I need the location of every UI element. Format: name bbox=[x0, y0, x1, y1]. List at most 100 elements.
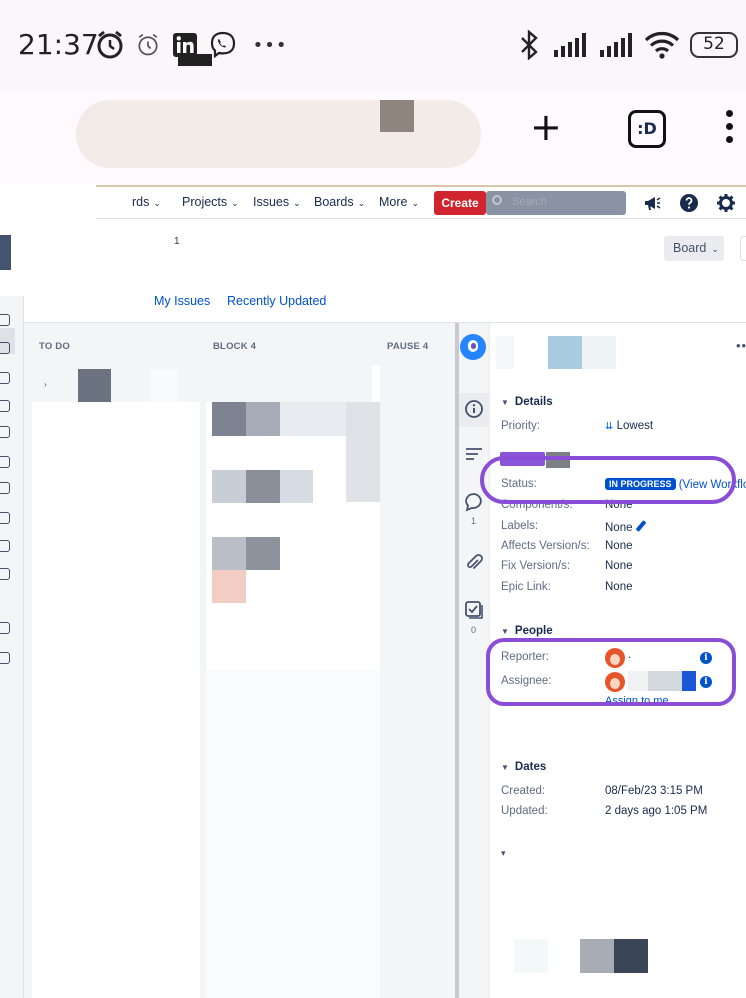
updated-value: 2 days ago 1:05 PM bbox=[605, 805, 708, 817]
viber-icon bbox=[208, 30, 238, 60]
alarm-outline-icon bbox=[134, 30, 162, 60]
chevron-down-icon: ⌄ bbox=[711, 244, 719, 254]
megaphone-icon[interactable] bbox=[642, 193, 662, 213]
shortcut-icon[interactable] bbox=[0, 540, 10, 552]
redaction-block bbox=[212, 402, 246, 436]
more-actions-icon[interactable]: ••• bbox=[736, 338, 746, 353]
fix-version-label: Fix Version/s: bbox=[501, 560, 571, 572]
chevron-down-icon: ⌄ bbox=[153, 198, 161, 208]
chevron-down-icon: ▼ bbox=[501, 763, 509, 772]
column-header-pause: PAUSE 4 bbox=[387, 341, 429, 352]
quick-filter-my-issues[interactable]: My Issues bbox=[154, 294, 210, 308]
epic-link-value[interactable]: None bbox=[605, 581, 633, 593]
info-icon[interactable] bbox=[464, 399, 484, 419]
board-overflow-button[interactable] bbox=[740, 236, 746, 261]
tab-switcher-button[interactable]: :D bbox=[628, 110, 666, 148]
releases-icon[interactable] bbox=[0, 372, 10, 384]
people-highlight-annotation bbox=[486, 638, 736, 706]
checklist-count: 0 bbox=[471, 625, 477, 635]
comment-count: 1 bbox=[471, 516, 477, 526]
signal-icon bbox=[598, 30, 636, 60]
redaction-block bbox=[580, 939, 614, 973]
affects-version-label: Affects Version/s: bbox=[501, 540, 590, 552]
labels-label: Labels: bbox=[501, 520, 539, 532]
nav-projects[interactable]: Projects ⌄ bbox=[182, 195, 239, 209]
board-menu-button[interactable]: Board ⌄ bbox=[664, 236, 724, 261]
redaction-block bbox=[548, 336, 582, 369]
more-dots-icon: ••• bbox=[252, 34, 288, 56]
dates-section-toggle[interactable]: ▼ Dates bbox=[501, 761, 546, 773]
column-header-block: BLOCK 4 bbox=[213, 341, 257, 352]
clock-time: 21:37 bbox=[18, 28, 99, 61]
nav-issues[interactable]: Issues ⌄ bbox=[253, 195, 301, 209]
shortcut-icon[interactable] bbox=[0, 512, 10, 524]
status-bar: 21:37 ••• 52 bbox=[0, 0, 746, 92]
chevron-down-icon: ▼ bbox=[501, 398, 509, 407]
redaction-block bbox=[212, 570, 246, 603]
search-placeholder: Search bbox=[512, 196, 547, 208]
nav-boards[interactable]: Boards ⌄ bbox=[314, 195, 365, 209]
redaction-block bbox=[78, 369, 111, 402]
redaction-block bbox=[212, 470, 246, 503]
updated-label: Updated: bbox=[501, 805, 548, 817]
wifi-icon bbox=[642, 30, 682, 60]
status-highlight-annotation bbox=[480, 456, 736, 504]
redaction-block bbox=[582, 336, 616, 369]
settings-icon[interactable] bbox=[716, 193, 736, 213]
chevron-down-icon: ▼ bbox=[501, 627, 509, 636]
shortcut-icon[interactable] bbox=[0, 568, 10, 580]
backlog-icon[interactable] bbox=[0, 314, 10, 326]
affects-version-value[interactable]: None bbox=[605, 540, 633, 552]
nav-more[interactable]: More ⌄ bbox=[379, 195, 419, 209]
column-pause bbox=[378, 323, 455, 998]
fix-version-value[interactable]: None bbox=[605, 560, 633, 572]
details-section-toggle[interactable]: ▼ Details bbox=[501, 396, 553, 408]
comment-icon[interactable] bbox=[464, 492, 484, 512]
priority-value[interactable]: ⇊ Lowest bbox=[605, 420, 653, 432]
address-bar[interactable] bbox=[76, 100, 481, 168]
created-value: 08/Feb/23 3:15 PM bbox=[605, 785, 703, 797]
project-settings-icon[interactable] bbox=[0, 622, 10, 634]
redaction-block bbox=[212, 537, 246, 570]
people-section-toggle[interactable]: ▼ People bbox=[501, 625, 553, 637]
new-tab-button[interactable]: + bbox=[530, 104, 562, 150]
bluetooth-icon bbox=[514, 30, 544, 60]
collapse-arrow-icon[interactable]: › bbox=[44, 380, 47, 389]
issues-icon[interactable] bbox=[0, 426, 10, 438]
redaction-block bbox=[150, 369, 178, 402]
labels-value[interactable]: None bbox=[605, 520, 646, 534]
quick-filter-recently-updated[interactable]: Recently Updated bbox=[227, 294, 326, 308]
created-label: Created: bbox=[501, 785, 546, 797]
nav-dashboards[interactable]: rds ⌄ bbox=[132, 195, 161, 209]
description-icon[interactable] bbox=[464, 444, 484, 464]
board-icon[interactable] bbox=[0, 342, 10, 354]
redaction-block bbox=[246, 470, 280, 503]
checklist-icon[interactable] bbox=[464, 600, 484, 620]
redaction-block bbox=[178, 54, 212, 66]
jira-top-nav: rds ⌄ Projects ⌄ Issues ⌄ Boards ⌄ More ⌄ Cre… bbox=[96, 185, 746, 219]
browser-toolbar: + :D bbox=[0, 92, 746, 184]
search-icon bbox=[492, 195, 502, 205]
collapsed-section-toggle[interactable]: ▾ bbox=[501, 848, 506, 859]
redaction-block bbox=[346, 402, 380, 502]
chevron-down-icon: ⌄ bbox=[231, 198, 239, 208]
search-input[interactable]: Search bbox=[486, 191, 626, 215]
components-icon[interactable] bbox=[0, 456, 10, 468]
redaction-block bbox=[246, 537, 280, 570]
chevron-down-icon: ⌄ bbox=[357, 198, 366, 208]
signal-icon bbox=[552, 30, 590, 60]
create-button[interactable]: Create bbox=[434, 191, 486, 215]
expand-sidebar-icon[interactable] bbox=[0, 652, 10, 664]
redaction-block bbox=[280, 402, 346, 436]
help-icon[interactable] bbox=[679, 193, 699, 213]
attachment-icon[interactable] bbox=[464, 553, 484, 573]
redaction-block bbox=[280, 470, 313, 503]
issue-type-avatar bbox=[460, 334, 486, 360]
vertical-dots-icon[interactable] bbox=[722, 110, 736, 150]
card-area-redacted bbox=[206, 670, 380, 998]
priority-label: Priority: bbox=[501, 420, 540, 432]
reports-icon[interactable] bbox=[0, 400, 10, 412]
left-rail-accent bbox=[0, 235, 11, 270]
shortcut-icon[interactable] bbox=[0, 482, 10, 494]
epic-link-label: Epic Link: bbox=[501, 581, 551, 593]
